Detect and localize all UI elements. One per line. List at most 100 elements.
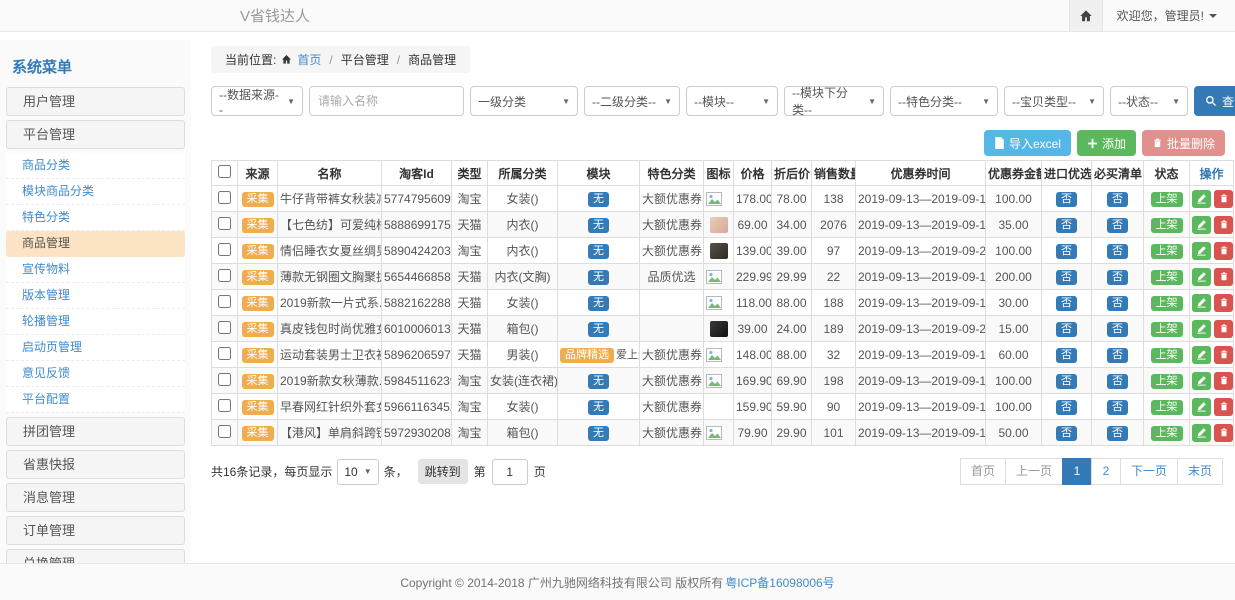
imported-toggle-badge[interactable]: 否: [1056, 426, 1077, 441]
home-button[interactable]: [1069, 0, 1103, 31]
icp-link[interactable]: 粤ICP备16098006号: [725, 574, 834, 591]
must-buy-toggle-badge[interactable]: 否: [1107, 426, 1128, 441]
page-button-末页[interactable]: 末页: [1177, 458, 1223, 485]
delete-button[interactable]: [1214, 346, 1233, 364]
filter-select-宝贝类型[interactable]: --宝贝类型--: [1004, 86, 1104, 116]
imported-toggle-badge[interactable]: 否: [1056, 218, 1077, 233]
must-buy-toggle-badge[interactable]: 否: [1107, 400, 1128, 415]
page-button-1[interactable]: 1: [1062, 458, 1092, 485]
filter-select-模块[interactable]: --模块--: [686, 86, 778, 116]
row-checkbox[interactable]: [218, 243, 231, 256]
sidebar-item-模块商品分类[interactable]: 模块商品分类: [6, 179, 185, 205]
status-badge[interactable]: 上架: [1151, 244, 1183, 259]
row-checkbox[interactable]: [218, 191, 231, 204]
per-page-select[interactable]: 10: [337, 459, 378, 485]
edit-button[interactable]: [1192, 372, 1211, 390]
filter-select-一级分类[interactable]: 一级分类: [470, 86, 578, 116]
sidebar-group-订单管理[interactable]: 订单管理: [6, 516, 185, 545]
edit-button[interactable]: [1192, 242, 1211, 260]
imported-toggle-badge[interactable]: 否: [1056, 374, 1077, 389]
imported-toggle-badge[interactable]: 否: [1056, 322, 1077, 337]
sidebar-item-宣传物料[interactable]: 宣传物料: [6, 257, 185, 283]
select-all-checkbox[interactable]: [218, 165, 231, 178]
must-buy-toggle-badge[interactable]: 否: [1107, 348, 1128, 363]
must-buy-toggle-badge[interactable]: 否: [1107, 192, 1128, 207]
row-checkbox[interactable]: [218, 269, 231, 282]
must-buy-toggle-badge[interactable]: 否: [1107, 322, 1128, 337]
imported-toggle-badge[interactable]: 否: [1056, 244, 1077, 259]
add-button[interactable]: 添加: [1077, 130, 1136, 156]
edit-button[interactable]: [1192, 424, 1211, 442]
sidebar-item-平台配置[interactable]: 平台配置: [6, 387, 185, 413]
page-button-下一页[interactable]: 下一页: [1120, 458, 1178, 485]
sidebar-group-省惠快报[interactable]: 省惠快报: [6, 450, 185, 479]
must-buy-toggle-badge[interactable]: 否: [1107, 244, 1128, 259]
batch-delete-button[interactable]: 批量删除: [1142, 130, 1225, 156]
status-badge[interactable]: 上架: [1151, 426, 1183, 441]
sidebar-group-兑换管理[interactable]: 兑换管理: [6, 549, 185, 563]
edit-button[interactable]: [1192, 398, 1211, 416]
status-badge[interactable]: 上架: [1151, 374, 1183, 389]
status-badge[interactable]: 上架: [1151, 348, 1183, 363]
jump-to-button[interactable]: 跳转到: [418, 459, 468, 484]
sidebar-item-商品分类[interactable]: 商品分类: [6, 153, 185, 179]
sidebar-item-轮播管理[interactable]: 轮播管理: [6, 309, 185, 335]
status-badge[interactable]: 上架: [1151, 192, 1183, 207]
row-checkbox[interactable]: [218, 373, 231, 386]
breadcrumb-home-link[interactable]: 首页: [297, 51, 321, 68]
delete-button[interactable]: [1214, 372, 1233, 390]
status-badge[interactable]: 上架: [1151, 296, 1183, 311]
edit-button[interactable]: [1192, 216, 1211, 234]
filter-select-状态[interactable]: --状态--: [1110, 86, 1188, 116]
delete-button[interactable]: [1214, 190, 1233, 208]
row-checkbox[interactable]: [218, 217, 231, 230]
sidebar-group-消息管理[interactable]: 消息管理: [6, 483, 185, 512]
row-checkbox[interactable]: [218, 321, 231, 334]
imported-toggle-badge[interactable]: 否: [1056, 270, 1077, 285]
delete-button[interactable]: [1214, 294, 1233, 312]
sidebar-item-特色分类[interactable]: 特色分类: [6, 205, 185, 231]
delete-button[interactable]: [1214, 268, 1233, 286]
sidebar-item-商品管理[interactable]: 商品管理: [6, 231, 185, 257]
edit-button[interactable]: [1192, 346, 1211, 364]
import-excel-button[interactable]: 导入excel: [984, 130, 1071, 156]
delete-button[interactable]: [1214, 424, 1233, 442]
delete-button[interactable]: [1214, 242, 1233, 260]
imported-toggle-badge[interactable]: 否: [1056, 400, 1077, 415]
filter-select-数据来源[interactable]: --数据来源--: [211, 86, 303, 116]
imported-toggle-badge[interactable]: 否: [1056, 296, 1077, 311]
page-button-2[interactable]: 2: [1091, 458, 1121, 485]
status-badge[interactable]: 上架: [1151, 322, 1183, 337]
edit-button[interactable]: [1192, 268, 1211, 286]
query-button[interactable]: 查询: [1194, 86, 1235, 116]
filter-select-二级分类[interactable]: --二级分类--: [584, 86, 680, 116]
delete-button[interactable]: [1214, 216, 1233, 234]
must-buy-toggle-badge[interactable]: 否: [1107, 296, 1128, 311]
page-number-input[interactable]: [492, 459, 528, 485]
sidebar-group-拼团管理[interactable]: 拼团管理: [6, 417, 185, 446]
row-checkbox[interactable]: [218, 295, 231, 308]
must-buy-toggle-badge[interactable]: 否: [1107, 218, 1128, 233]
status-badge[interactable]: 上架: [1151, 218, 1183, 233]
status-badge[interactable]: 上架: [1151, 270, 1183, 285]
imported-toggle-badge[interactable]: 否: [1056, 192, 1077, 207]
filter-select-特色分类[interactable]: --特色分类--: [890, 86, 998, 116]
delete-button[interactable]: [1214, 320, 1233, 338]
sidebar-item-启动页管理[interactable]: 启动页管理: [6, 335, 185, 361]
sidebar-group-用户管理[interactable]: 用户管理: [6, 87, 185, 116]
must-buy-toggle-badge[interactable]: 否: [1107, 270, 1128, 285]
row-checkbox[interactable]: [218, 425, 231, 438]
must-buy-toggle-badge[interactable]: 否: [1107, 374, 1128, 389]
user-menu[interactable]: 欢迎您，管理员!: [1103, 7, 1235, 24]
sidebar-item-意见反馈[interactable]: 意见反馈: [6, 361, 185, 387]
edit-button[interactable]: [1192, 190, 1211, 208]
edit-button[interactable]: [1192, 320, 1211, 338]
imported-toggle-badge[interactable]: 否: [1056, 348, 1077, 363]
name-search-input[interactable]: [309, 86, 464, 116]
row-checkbox[interactable]: [218, 399, 231, 412]
edit-button[interactable]: [1192, 294, 1211, 312]
row-checkbox[interactable]: [218, 347, 231, 360]
sidebar-item-版本管理[interactable]: 版本管理: [6, 283, 185, 309]
sidebar-group-平台管理[interactable]: 平台管理: [6, 120, 185, 149]
delete-button[interactable]: [1214, 398, 1233, 416]
